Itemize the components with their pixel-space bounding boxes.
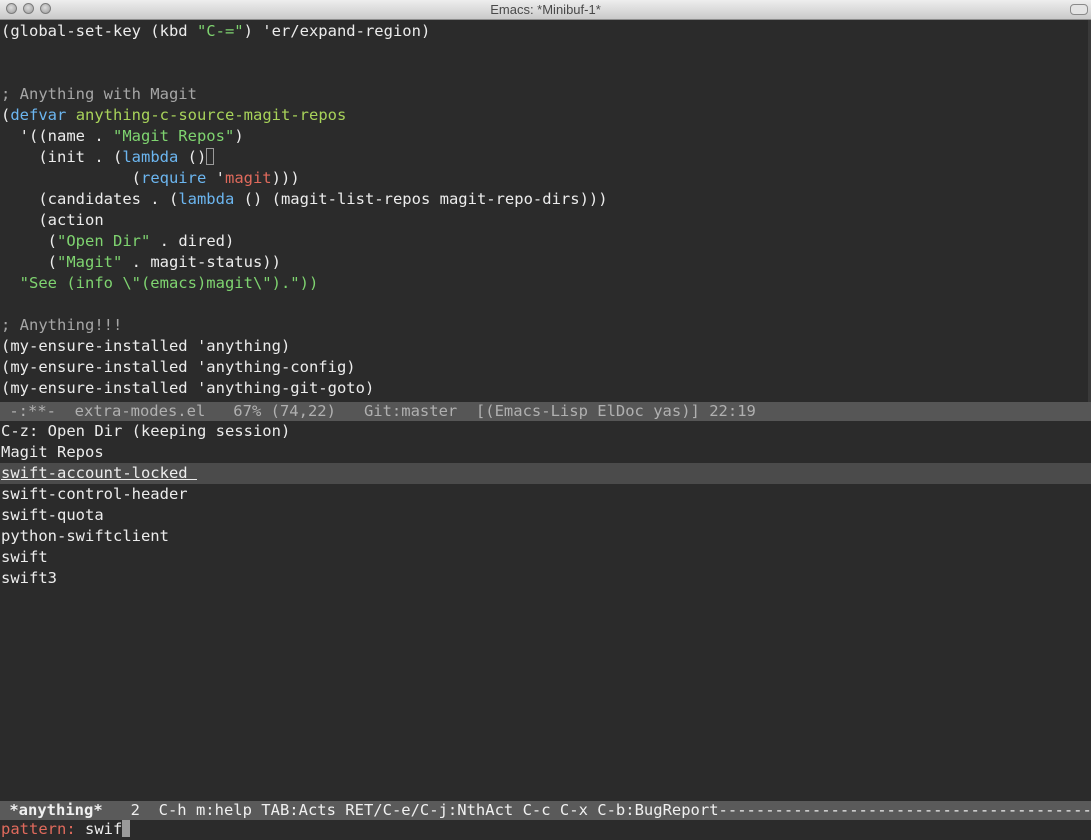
code-comment: ; Anything!!! <box>1 316 123 334</box>
code-line: (require 'magit))) <box>1 169 300 187</box>
code-line: (defvar anything-c-source-magit-repos <box>1 106 347 124</box>
code-line: ("Open Dir" . dired) <box>1 232 235 250</box>
code-line: ("Magit" . magit-status)) <box>1 253 281 271</box>
code-line: (global-set-key (kbd "C-=") 'er/expand-r… <box>1 22 431 40</box>
anything-action-header: C-z: Open Dir (keeping session) <box>1 422 291 440</box>
anything-candidates-buffer[interactable]: C-z: Open Dir (keeping session) Magit Re… <box>0 421 1091 589</box>
window-titlebar: Emacs: *Minibuf-1* <box>0 0 1091 20</box>
candidate-item[interactable]: swift <box>1 547 1091 568</box>
minimize-window-button[interactable] <box>23 3 34 14</box>
candidate-item[interactable]: python-swiftclient <box>1 526 1091 547</box>
candidate-item[interactable]: swift-control-header <box>1 484 1091 505</box>
code-line: (my-ensure-installed 'anything-git-goto) <box>1 379 375 397</box>
text-cursor <box>206 148 215 165</box>
candidate-item[interactable]: swift3 <box>1 568 1091 589</box>
window-controls <box>6 3 51 14</box>
code-editor[interactable]: (global-set-key (kbd "C-=") 'er/expand-r… <box>1 21 1089 399</box>
editor-modeline[interactable]: -:**- extra-modes.el 67% (74,22) Git:mas… <box>0 402 1091 421</box>
candidate-item[interactable]: swift-quota <box>1 505 1091 526</box>
minibuffer[interactable]: pattern: swif <box>1 819 1091 840</box>
window-title: Emacs: *Minibuf-1* <box>490 2 601 17</box>
anything-source-header: Magit Repos <box>1 443 104 461</box>
pattern-input[interactable]: swif <box>85 820 122 838</box>
code-line: (init . (lambda () <box>1 147 1089 168</box>
close-window-button[interactable] <box>6 3 17 14</box>
anything-buffer-name: *anything* <box>0 801 103 819</box>
zoom-window-button[interactable] <box>40 3 51 14</box>
code-line: (my-ensure-installed 'anything-config) <box>1 358 356 376</box>
code-line: (candidates . (lambda () (magit-list-rep… <box>1 190 608 208</box>
code-line: (action <box>1 211 104 229</box>
code-docstring: "See (info \"(emacs)magit\").")) <box>1 274 319 292</box>
toolbar-toggle-button[interactable] <box>1070 4 1088 15</box>
code-line: '((name . "Magit Repos") <box>1 127 244 145</box>
minibuffer-prompt: pattern: <box>1 820 85 838</box>
minibuffer-cursor <box>122 820 131 837</box>
anything-help-keys: 2 C-h m:help TAB:Acts RET/C-e/C-j:NthAct… <box>130 801 1091 819</box>
anything-modeline[interactable]: *anything* 2 C-h m:help TAB:Acts RET/C-e… <box>0 801 1091 820</box>
code-comment: ; Anything with Magit <box>1 85 197 103</box>
code-line: (my-ensure-installed 'anything) <box>1 337 291 355</box>
candidate-item-selected[interactable]: swift-account-locked <box>0 463 1091 484</box>
